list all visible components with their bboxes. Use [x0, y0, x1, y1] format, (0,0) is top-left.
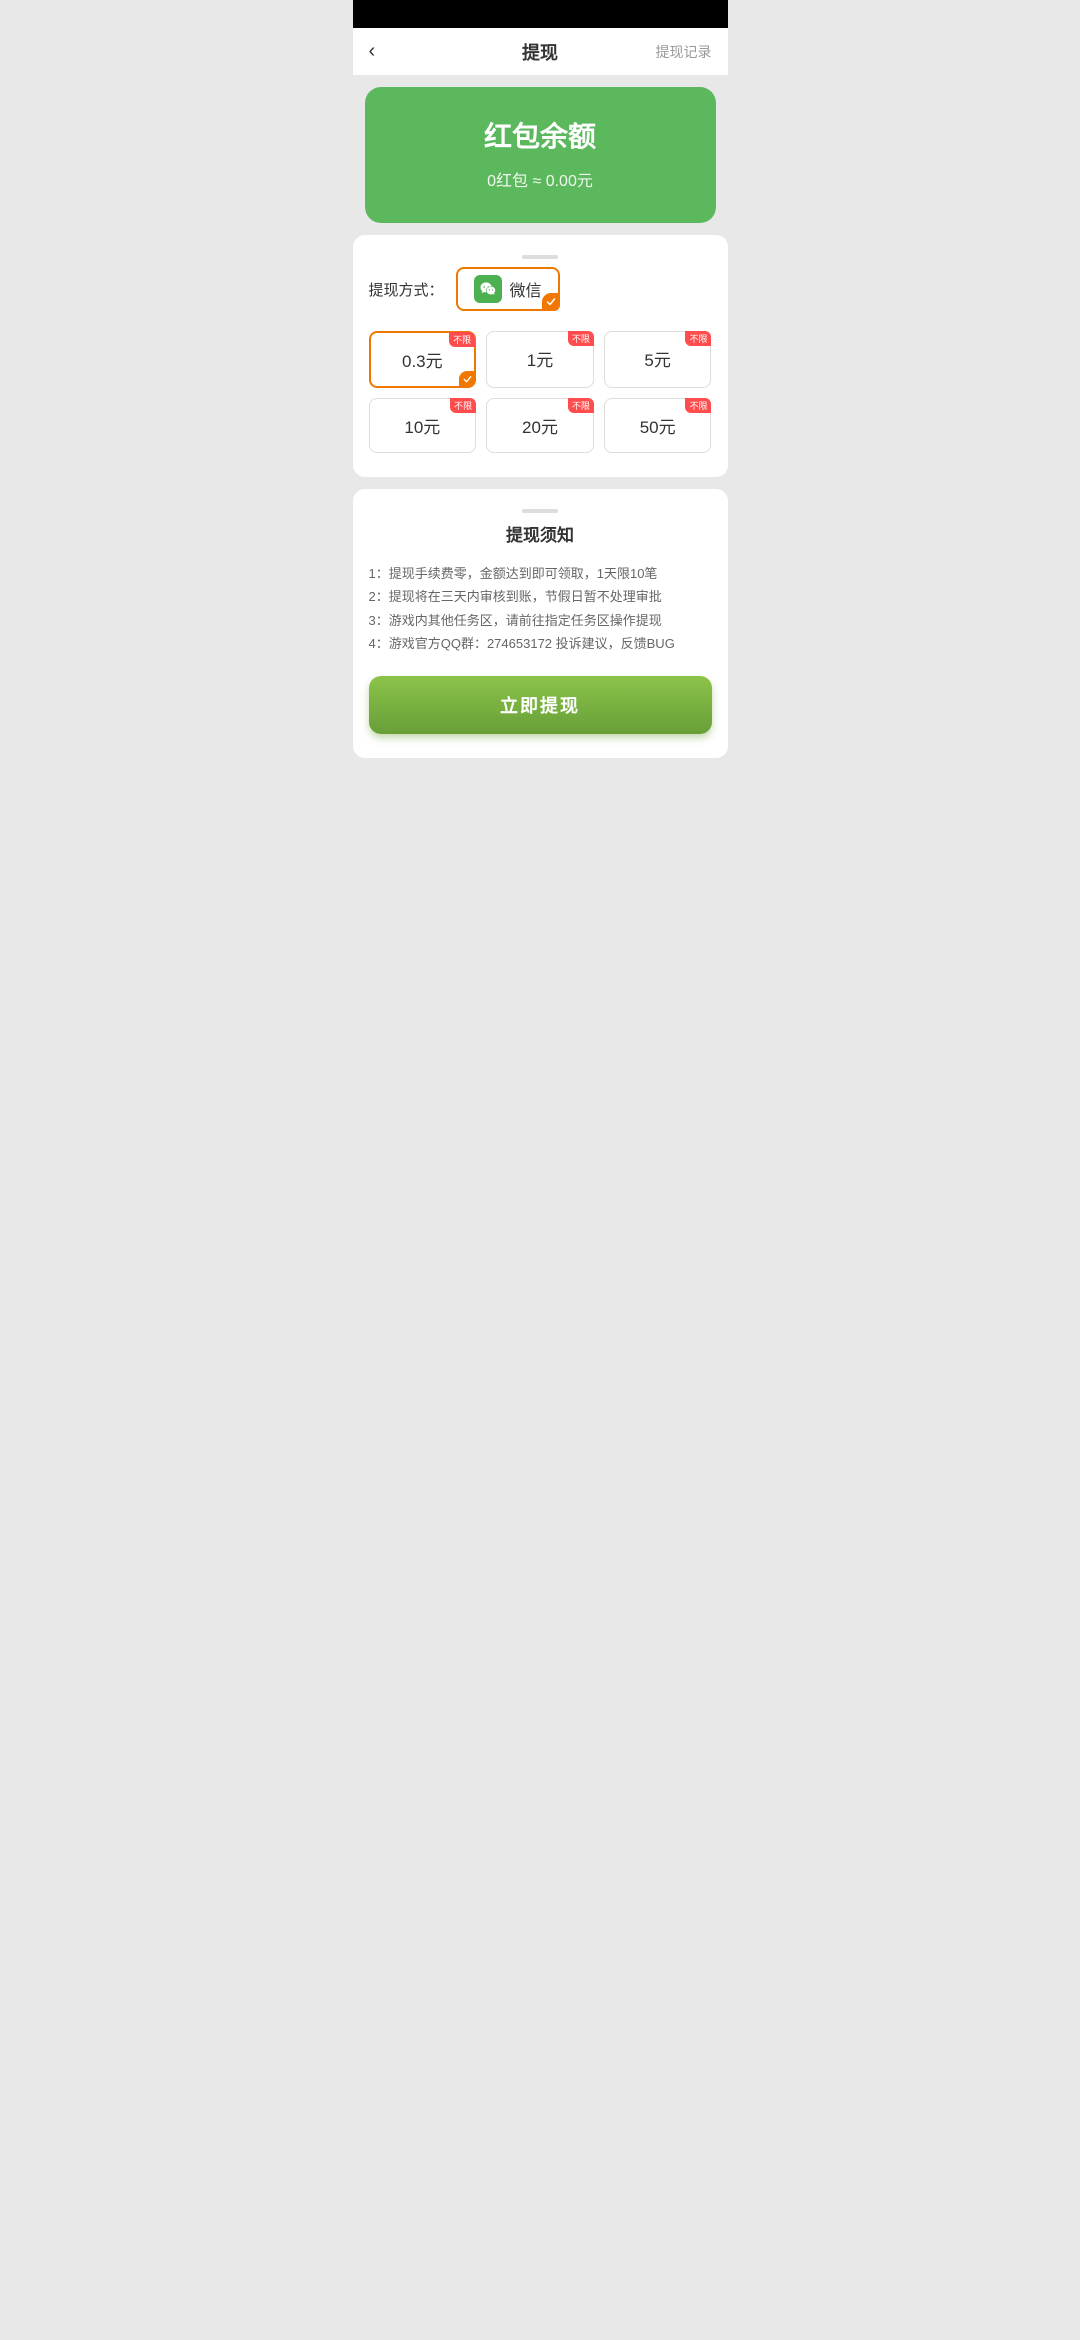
- bottom-space: [353, 770, 728, 970]
- withdraw-card: 提现方式： 微信 不限 0.3元: [353, 235, 728, 477]
- amount-value-3: 10元: [404, 418, 440, 437]
- amount-value-1: 1元: [527, 351, 553, 370]
- submit-withdraw-button[interactable]: 立即提现: [369, 676, 712, 734]
- page-title: 提现: [522, 39, 558, 65]
- limit-badge-4: 不限: [568, 398, 594, 413]
- notice-drag-handle: [522, 509, 558, 513]
- drag-handle: [522, 255, 558, 259]
- amount-option-5[interactable]: 不限 50元: [604, 398, 712, 453]
- amount-value-5: 50元: [640, 418, 676, 437]
- limit-badge-0: 不限: [449, 332, 475, 347]
- notice-item-4: 4：游戏官方QQ群：274653172 投诉建议，反馈BUG: [369, 632, 712, 655]
- wechat-method-button[interactable]: 微信: [456, 267, 560, 311]
- wechat-label: 微信: [510, 277, 542, 301]
- balance-amount: 0红包 ≈ 0.00元: [385, 167, 696, 191]
- history-link[interactable]: 提现记录: [656, 42, 712, 62]
- amount-option-4[interactable]: 不限 20元: [486, 398, 594, 453]
- limit-badge-2: 不限: [685, 331, 711, 346]
- back-button[interactable]: ‹: [369, 40, 376, 63]
- method-label: 提现方式：: [369, 279, 444, 300]
- amount-option-1[interactable]: 不限 1元: [486, 331, 594, 388]
- method-row: 提现方式： 微信: [369, 267, 712, 311]
- limit-badge-1: 不限: [568, 331, 594, 346]
- nav-bar: ‹ 提现 提现记录: [353, 28, 728, 75]
- amount-value-4: 20元: [522, 418, 558, 437]
- notice-list: 1：提现手续费零，金额达到即可领取，1天限10笔 2：提现将在三天内审核到账，节…: [369, 562, 712, 656]
- balance-title: 红包余额: [385, 115, 696, 155]
- amount-option-0[interactable]: 不限 0.3元: [369, 331, 477, 388]
- amount-value-2: 5元: [644, 351, 670, 370]
- amount-option-3[interactable]: 不限 10元: [369, 398, 477, 453]
- notice-item-3: 3：游戏内其他任务区，请前往指定任务区操作提现: [369, 609, 712, 632]
- status-bar: [353, 0, 728, 28]
- amount-grid: 不限 0.3元 不限 1元 不限 5元 不限 10元 不限 20元 不限 50元: [369, 331, 712, 453]
- amount-option-2[interactable]: 不限 5元: [604, 331, 712, 388]
- amount-value-0: 0.3元: [402, 352, 443, 371]
- method-selected-check: [542, 293, 560, 311]
- balance-card: 红包余额 0红包 ≈ 0.00元: [365, 87, 716, 223]
- limit-badge-3: 不限: [450, 398, 476, 413]
- wechat-icon: [474, 275, 502, 303]
- notice-title: 提现须知: [369, 521, 712, 546]
- notice-card: 提现须知 1：提现手续费零，金额达到即可领取，1天限10笔 2：提现将在三天内审…: [353, 489, 728, 758]
- notice-item-1: 1：提现手续费零，金额达到即可领取，1天限10笔: [369, 562, 712, 585]
- notice-item-2: 2：提现将在三天内审核到账，节假日暂不处理审批: [369, 585, 712, 608]
- limit-badge-5: 不限: [685, 398, 711, 413]
- amount-check-0: [459, 371, 475, 387]
